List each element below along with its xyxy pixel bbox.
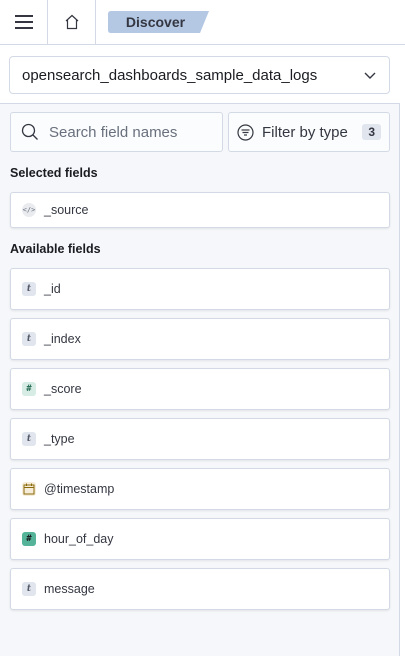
field-name: _index [44,332,81,346]
field-name: _type [44,432,75,446]
filter-by-type-button[interactable]: Filter by type 3 [228,112,390,152]
string-type-icon: t [22,332,36,346]
field-item-timestamp[interactable]: @timestamp [10,468,390,510]
index-pattern-panel: opensearch_dashboards_sample_data_logs [0,46,400,104]
field-name: _source [44,203,89,217]
string-type-icon: t [22,582,36,596]
filter-icon [237,123,254,141]
field-item-score[interactable]: # _score [10,368,390,410]
source-type-icon: </> [22,203,36,217]
number-type-icon: # [22,382,36,396]
field-item-source[interactable]: </> _source [10,192,390,228]
breadcrumb-discover[interactable]: Discover [108,11,209,33]
field-item-type[interactable]: t _type [10,418,390,460]
field-item-message[interactable]: t message [10,568,390,610]
string-type-icon: t [22,432,36,446]
field-name: hour_of_day [44,532,114,546]
field-item-hour-of-day[interactable]: # hour_of_day [10,518,390,560]
hamburger-icon [14,15,33,29]
field-search-row: Filter by type 3 [10,112,390,152]
filter-label: Filter by type [262,123,348,141]
menu-button[interactable] [0,0,48,44]
search-icon [21,123,38,140]
field-name: message [44,582,95,596]
search-input[interactable] [49,123,209,141]
top-nav-bar: Discover [0,0,405,45]
home-button[interactable] [48,0,96,44]
home-icon [65,14,78,30]
index-pattern-selector[interactable]: opensearch_dashboards_sample_data_logs [9,56,390,94]
filter-count-badge: 3 [362,124,381,140]
string-type-icon: t [22,282,36,296]
breadcrumb-label: Discover [125,14,186,30]
field-name: _score [44,382,82,396]
selected-fields-heading: Selected fields [10,166,98,180]
index-pattern-value: opensearch_dashboards_sample_data_logs [22,66,318,84]
field-item-index[interactable]: t _index [10,318,390,360]
calendar-icon [22,482,36,496]
field-name: @timestamp [44,482,115,496]
number-type-icon: # [22,532,36,546]
field-sidebar: opensearch_dashboards_sample_data_logs F… [0,46,400,656]
chevron-down-icon [364,72,376,79]
available-fields-heading: Available fields [10,242,101,256]
search-field[interactable] [10,112,223,152]
field-name: _id [44,282,61,296]
field-item-id[interactable]: t _id [10,268,390,310]
